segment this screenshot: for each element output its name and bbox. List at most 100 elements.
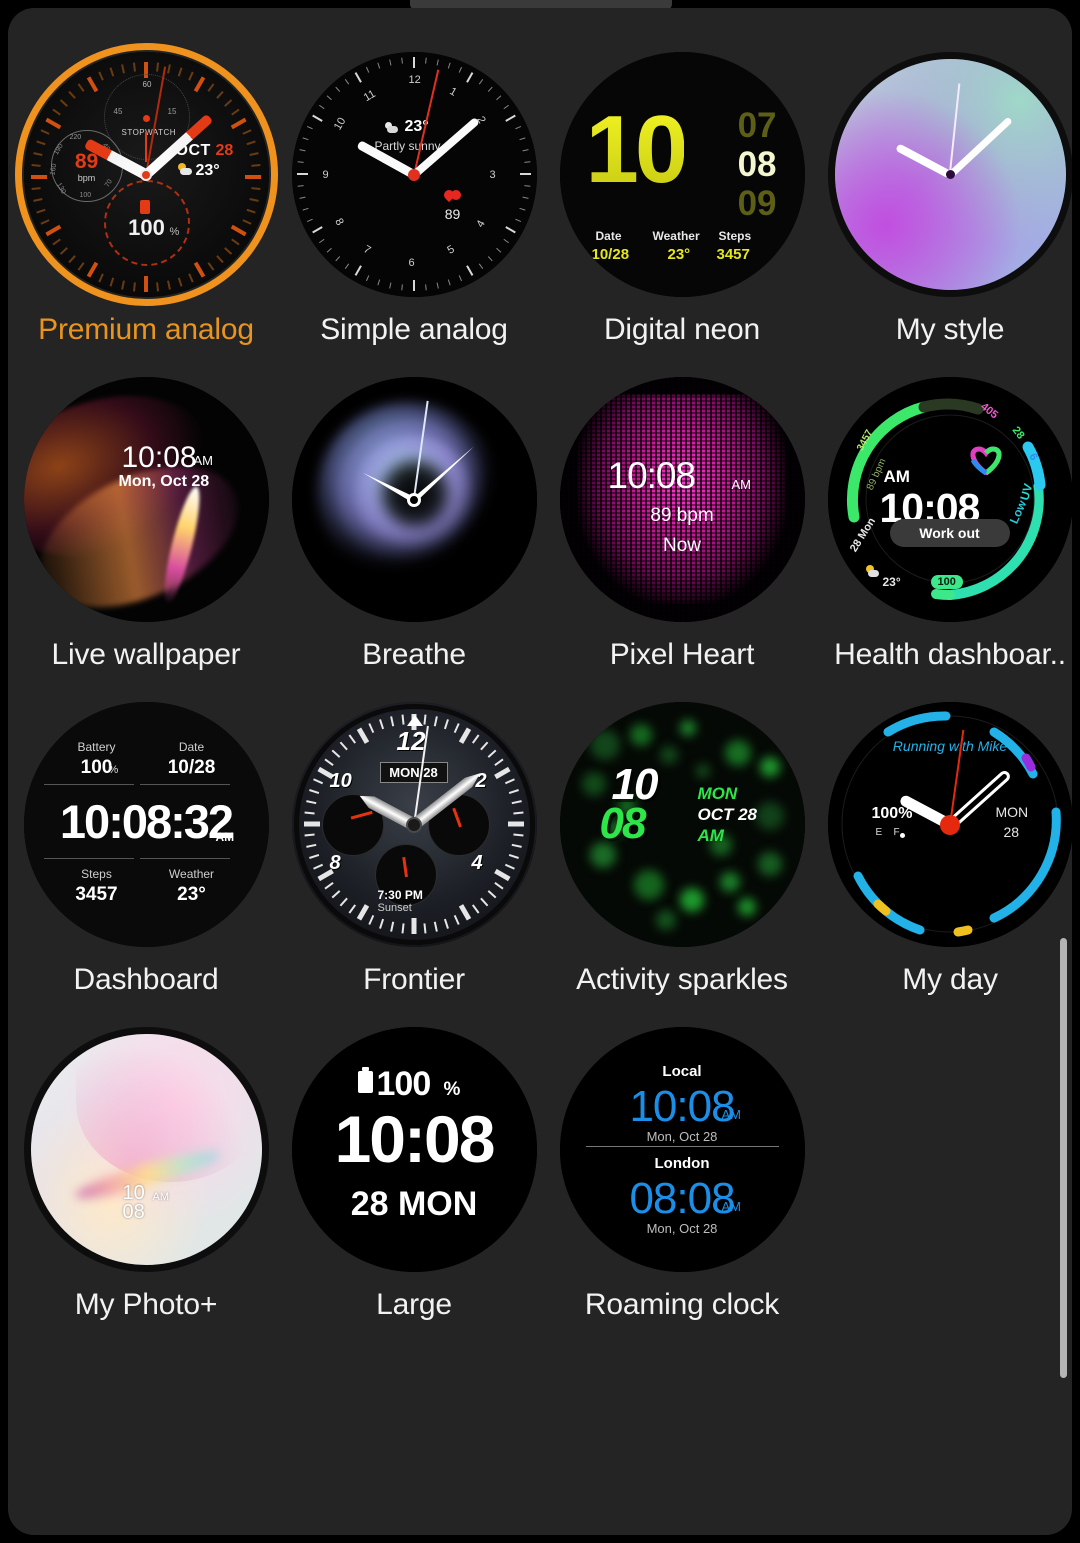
steps-value: 3457 — [717, 246, 750, 263]
time-display: 10:08 — [608, 455, 696, 497]
center-pivot — [407, 493, 421, 507]
divider — [586, 1146, 779, 1147]
watch-face-item-roaming-clock[interactable]: Local 10:08 AM Mon, Oct 28 London 08:08 … — [548, 1027, 816, 1322]
weather-icon — [864, 565, 879, 577]
bpm-value: 89 bpm — [560, 505, 805, 527]
watch-face-preview-large[interactable]: 100 % 10:08 28 MON — [292, 1027, 537, 1272]
bpm-scale-220: 220 — [70, 134, 82, 141]
date-display: Mon, Oct 28 — [119, 473, 210, 491]
watch-face-preview-activity-sparkles[interactable]: 10 08 MON OCT 28 AM — [560, 702, 805, 947]
digital-neon-face: 10 07 08 09 Date 10/28 Weather 23° Steps… — [560, 52, 805, 297]
workout-button[interactable]: Work out — [890, 519, 1010, 547]
date-display: OCT 28 — [698, 805, 758, 825]
premium-analog-face: 60 45 15 STOPWATCH 89 bpm 220 190 160 13… — [24, 52, 269, 297]
watch-face-item-my-style[interactable]: My style — [816, 52, 1072, 347]
date-day: 28 — [216, 142, 234, 160]
watch-face-label-breathe: Breathe — [362, 638, 466, 672]
watch-face-item-activity-sparkles[interactable]: 10 08 MON OCT 28 AM Activity sparkles — [548, 702, 816, 997]
steps-caption: Steps — [62, 867, 132, 881]
watch-face-preview-health-dashboard[interactable]: 3457 89 bpm 405 28 6 AM 10:08 Work out 2… — [828, 377, 1073, 622]
watch-face-item-my-day[interactable]: ​ Running with Mike 100% E F MON 28 — [816, 702, 1072, 997]
watch-face-item-pixel-heart[interactable]: 10:08 AM 89 bpm Now Pixel Heart — [548, 377, 816, 672]
hour-display: 10 — [586, 104, 685, 195]
stopwatch-pivot — [143, 115, 150, 122]
watch-face-preview-simple-analog[interactable]: 12 1 2 3 4 5 6 7 8 9 10 11 23° Partly su… — [292, 52, 537, 297]
my-style-face — [828, 52, 1073, 297]
scrollbar-thumb[interactable] — [1060, 938, 1067, 1378]
health-dashboard-face: 3457 89 bpm 405 28 6 AM 10:08 Work out 2… — [828, 377, 1073, 622]
local-label: Local — [560, 1063, 805, 1080]
date-value: 10/28 — [157, 757, 227, 779]
watch-face-grid: 60 45 15 STOPWATCH 89 bpm 220 190 160 13… — [8, 52, 1072, 1322]
simple-analog-face: 12 1 2 3 4 5 6 7 8 9 10 11 23° Partly su… — [292, 52, 537, 297]
battery-icon — [358, 1071, 373, 1093]
weather-caption: Weather — [653, 229, 700, 243]
large-face: 100 % 10:08 28 MON — [292, 1027, 537, 1272]
weather-value: 23° — [668, 246, 691, 263]
watch-face-label-my-style: My style — [896, 313, 1004, 347]
minute-previous: 07 — [738, 108, 777, 143]
watch-face-preview-dashboard[interactable]: Battery 100 % Date 10/28 10:08:32 AM Ste… — [24, 702, 269, 947]
watch-face-preview-live-wallpaper[interactable]: 10:08 AM Mon, Oct 28 — [24, 377, 269, 622]
weekday-display: MON — [698, 784, 738, 804]
watch-face-item-frontier[interactable]: 12 10 8 4 2 MON 28 7:30 PM Sunset Fronti… — [280, 702, 548, 997]
watch-face-item-my-photo-plus[interactable]: 10 08 AM My Photo+ — [12, 1027, 280, 1322]
watch-face-preview-pixel-heart[interactable]: 10:08 AM 89 bpm Now — [560, 377, 805, 622]
remote-label: London — [560, 1155, 805, 1172]
vertical-scrollbar[interactable] — [1060, 938, 1067, 1378]
numeral-2: 2 — [476, 770, 487, 793]
watch-face-preview-roaming-clock[interactable]: Local 10:08 AM Mon, Oct 28 London 08:08 … — [560, 1027, 805, 1272]
weather-text: Partly sunny — [375, 139, 441, 153]
numeral-12: 12 — [397, 726, 426, 757]
watch-face-item-health-dashboard[interactable]: 3457 89 bpm 405 28 6 AM 10:08 Work out 2… — [816, 377, 1072, 672]
date-caption: Date — [596, 229, 622, 243]
numeral-4: 4 — [472, 852, 483, 875]
watch-face-preview-my-day[interactable]: ​ Running with Mike 100% E F MON 28 — [828, 702, 1073, 947]
center-pivot — [408, 169, 420, 181]
time-display: 10:08 — [122, 441, 197, 475]
watch-face-item-dashboard[interactable]: Battery 100 % Date 10/28 10:08:32 AM Ste… — [12, 702, 280, 997]
time-display: 10:08 — [292, 1101, 537, 1177]
watch-face-label-large: Large — [376, 1288, 452, 1322]
watch-face-preview-my-style[interactable] — [828, 52, 1073, 297]
watch-face-preview-premium-analog[interactable]: 60 45 15 STOPWATCH 89 bpm 220 190 160 13… — [24, 52, 269, 297]
gauge-full-label: F — [894, 827, 900, 838]
watch-face-preview-frontier[interactable]: 12 10 8 4 2 MON 28 7:30 PM Sunset — [292, 702, 537, 947]
battery-value: 100 — [62, 757, 132, 779]
watch-face-preview-breathe[interactable] — [292, 377, 537, 622]
watch-face-item-simple-analog[interactable]: 12 1 2 3 4 5 6 7 8 9 10 11 23° Partly su… — [280, 52, 548, 347]
watch-face-preview-digital-neon[interactable]: 10 07 08 09 Date 10/28 Weather 23° Steps… — [560, 52, 805, 297]
watch-face-panel: 60 45 15 STOPWATCH 89 bpm 220 190 160 13… — [8, 8, 1072, 1535]
watch-face-preview-my-photo-plus[interactable]: 10 08 AM — [24, 1027, 269, 1272]
local-time: 10:08 — [560, 1082, 805, 1132]
watch-face-label-premium-analog: Premium analog — [38, 313, 254, 347]
numeral-10: 10 — [330, 770, 352, 793]
meridiem: AM — [216, 830, 235, 844]
watch-face-picker-screen: 60 45 15 STOPWATCH 89 bpm 220 190 160 13… — [0, 0, 1080, 1543]
pixel-heart-face: 10:08 AM 89 bpm Now — [560, 377, 805, 622]
numeral-3: 3 — [490, 169, 496, 181]
watch-face-label-frontier: Frontier — [363, 963, 465, 997]
watch-face-item-large[interactable]: 100 % 10:08 28 MON Large — [280, 1027, 548, 1322]
numeral-8: 8 — [330, 852, 341, 875]
stopwatch-tick-15: 15 — [168, 107, 177, 116]
heart-icon — [444, 188, 462, 204]
date-display: MON 28 — [380, 762, 448, 783]
watch-face-label-dashboard: Dashboard — [74, 963, 219, 997]
watch-face-item-premium-analog[interactable]: 60 45 15 STOPWATCH 89 bpm 220 190 160 13… — [12, 52, 280, 347]
roaming-clock-face: Local 10:08 AM Mon, Oct 28 London 08:08 … — [560, 1027, 805, 1272]
watch-face-label-my-photo-plus: My Photo+ — [75, 1288, 217, 1322]
date-display: 28 MON — [292, 1185, 537, 1224]
watch-face-item-digital-neon[interactable]: 10 07 08 09 Date 10/28 Weather 23° Steps… — [548, 52, 816, 347]
heart-rate-value: 89 — [440, 206, 466, 222]
gauge-needle — [900, 833, 905, 838]
minute-next: 09 — [738, 186, 777, 221]
local-date: Mon, Oct 28 — [560, 1129, 805, 1144]
watch-face-item-breathe[interactable]: Breathe — [280, 377, 548, 672]
steps-caption: Steps — [719, 229, 752, 243]
sunset-label: Sunset — [378, 902, 412, 914]
numeral-12: 12 — [409, 74, 421, 86]
bpm-scale-160: 160 — [49, 163, 58, 176]
watch-face-item-live-wallpaper[interactable]: 10:08 AM Mon, Oct 28 Live wallpaper — [12, 377, 280, 672]
numeral-9: 9 — [323, 169, 329, 181]
